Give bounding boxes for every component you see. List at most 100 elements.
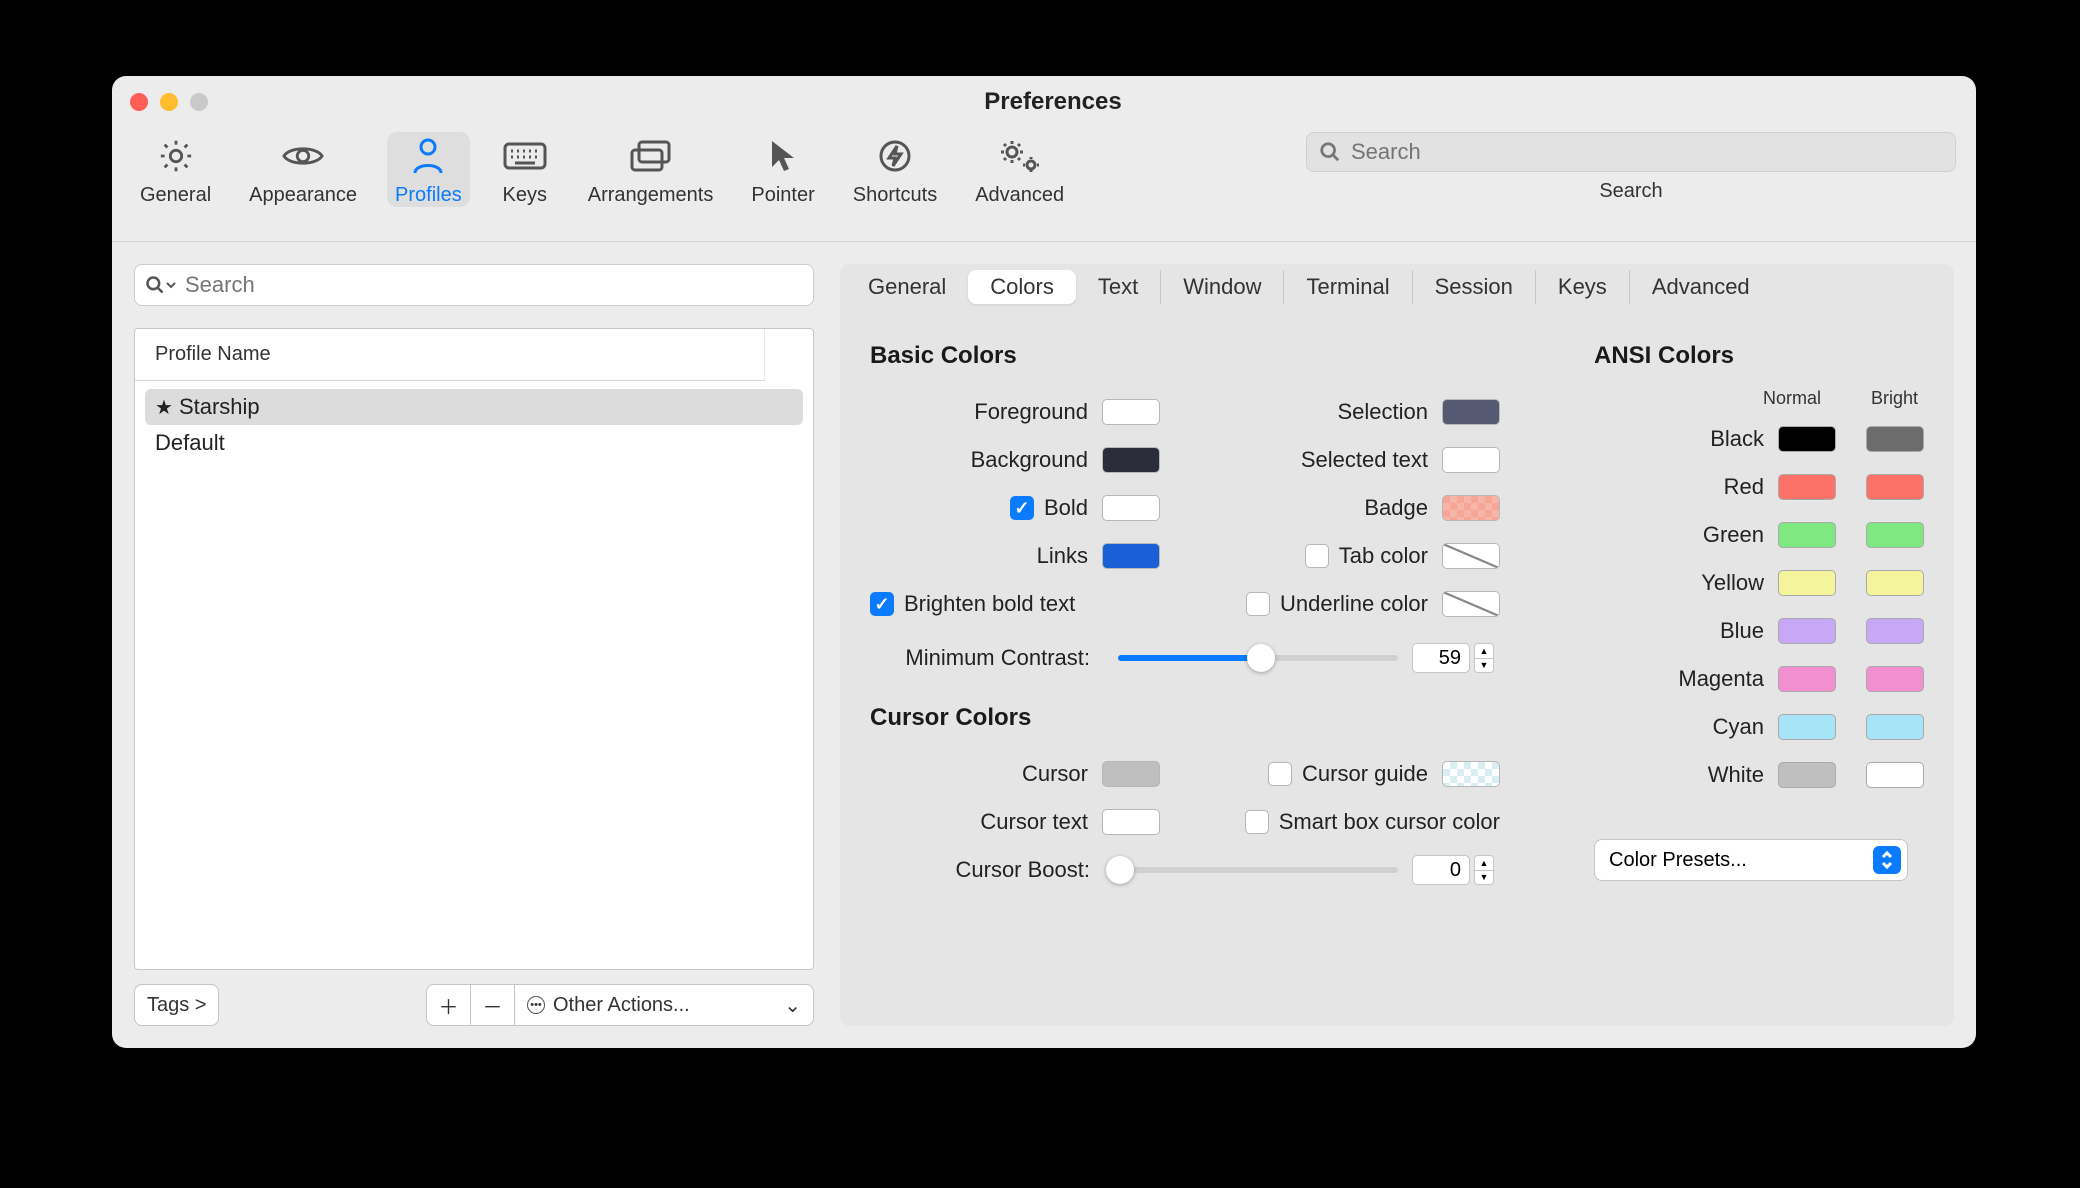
subtab-general[interactable]: General <box>846 270 968 304</box>
ansi-normal-swatch[interactable] <box>1778 762 1836 788</box>
ansi-label: Cyan <box>1713 714 1764 740</box>
subtab-advanced[interactable]: Advanced <box>1630 270 1772 304</box>
eye-icon <box>282 141 324 171</box>
ansi-bright-swatch[interactable] <box>1866 570 1924 596</box>
tab-shortcuts[interactable]: Shortcuts <box>845 132 945 207</box>
subtab-window[interactable]: Window <box>1161 270 1284 304</box>
other-actions-menu[interactable]: ••• Other Actions... ⌄ <box>514 984 814 1026</box>
search-icon <box>145 275 165 295</box>
background-color[interactable] <box>1102 447 1160 473</box>
ansi-bright-swatch[interactable] <box>1866 714 1924 740</box>
chevron-down-icon: ⌄ <box>784 993 801 1018</box>
cursor-icon <box>768 138 798 174</box>
person-icon <box>412 137 444 175</box>
ansi-bright-swatch[interactable] <box>1866 666 1924 692</box>
profile-editor: General Colors Text Window Terminal Sess… <box>840 264 1954 1026</box>
toolbar-search[interactable] <box>1306 132 1956 172</box>
cursor-boost-slider[interactable] <box>1118 867 1398 873</box>
chevron-down-icon[interactable] <box>165 279 177 291</box>
titlebar: Preferences <box>112 76 1976 128</box>
cursor-boost-stepper[interactable]: ▲▼ <box>1474 855 1494 885</box>
ansi-bright-swatch[interactable] <box>1866 522 1924 548</box>
smart-box-checkbox[interactable] <box>1245 810 1269 834</box>
bold-checkbox[interactable] <box>1010 496 1034 520</box>
foreground-color[interactable] <box>1102 399 1160 425</box>
remove-profile-button[interactable]: － <box>470 984 514 1026</box>
ansi-normal-swatch[interactable] <box>1778 618 1836 644</box>
subtab-session[interactable]: Session <box>1413 270 1536 304</box>
min-contrast-stepper[interactable]: ▲▼ <box>1474 643 1494 673</box>
subtab-colors[interactable]: Colors <box>968 270 1076 304</box>
ansi-bright-swatch[interactable] <box>1866 426 1924 452</box>
min-contrast-value[interactable]: 59 <box>1412 643 1470 673</box>
ansi-label: White <box>1708 762 1764 788</box>
tab-arrangements[interactable]: Arrangements <box>580 132 722 207</box>
ansi-bright-swatch[interactable] <box>1866 474 1924 500</box>
profile-row[interactable]: ★ Starship <box>145 389 803 425</box>
bolt-icon <box>878 139 912 173</box>
toolbar-search-input[interactable] <box>1349 138 1943 166</box>
window-title: Preferences <box>148 88 1958 116</box>
windows-icon <box>630 140 672 172</box>
ansi-normal-swatch[interactable] <box>1778 570 1836 596</box>
ansi-row: Magenta <box>1594 655 1924 703</box>
ansi-normal-swatch[interactable] <box>1778 714 1836 740</box>
add-profile-button[interactable]: ＋ <box>426 984 470 1026</box>
underline-color-swatch[interactable] <box>1442 591 1500 617</box>
underline-color-checkbox[interactable] <box>1246 592 1270 616</box>
brighten-bold-checkbox[interactable] <box>870 592 894 616</box>
min-contrast-slider[interactable] <box>1118 655 1398 661</box>
keyboard-icon <box>503 142 547 170</box>
ansi-row: Blue <box>1594 607 1924 655</box>
cursor-guide-checkbox[interactable] <box>1268 762 1292 786</box>
cursor-boost-value[interactable]: 0 <box>1412 855 1470 885</box>
cursor-text-color[interactable] <box>1102 809 1160 835</box>
tab-pointer[interactable]: Pointer <box>743 132 822 207</box>
sidebar: Profile Name ★ Starship Default Tags > ＋… <box>134 264 814 1026</box>
tab-color-checkbox[interactable] <box>1305 544 1329 568</box>
star-icon: ★ <box>155 395 173 420</box>
profile-name: Starship <box>179 394 260 420</box>
profile-search-input[interactable] <box>183 271 803 299</box>
tab-color-swatch[interactable] <box>1442 543 1500 569</box>
tab-profiles[interactable]: Profiles <box>387 132 470 207</box>
ansi-label: Black <box>1710 426 1764 452</box>
links-color[interactable] <box>1102 543 1160 569</box>
profile-row[interactable]: Default <box>145 425 803 461</box>
close-icon[interactable] <box>130 93 148 111</box>
ansi-bright-swatch[interactable] <box>1866 618 1924 644</box>
selection-color[interactable] <box>1442 399 1500 425</box>
ansi-normal-swatch[interactable] <box>1778 666 1836 692</box>
tags-button[interactable]: Tags > <box>134 984 219 1026</box>
ansi-heading: ANSI Colors <box>1594 342 1924 370</box>
badge-color[interactable] <box>1442 495 1500 521</box>
subtabs: General Colors Text Window Terminal Sess… <box>840 264 1954 310</box>
selected-text-color[interactable] <box>1442 447 1500 473</box>
tab-general[interactable]: General <box>132 132 219 207</box>
profile-search[interactable] <box>134 264 814 306</box>
subtab-text[interactable]: Text <box>1076 270 1161 304</box>
ansi-row: Yellow <box>1594 559 1924 607</box>
ansi-row: Cyan <box>1594 703 1924 751</box>
ansi-row: Red <box>1594 463 1924 511</box>
ansi-row: Black <box>1594 415 1924 463</box>
ansi-normal-swatch[interactable] <box>1778 522 1836 548</box>
tab-keys[interactable]: Keys <box>492 132 558 207</box>
subtab-terminal[interactable]: Terminal <box>1284 270 1412 304</box>
gears-icon <box>998 138 1042 174</box>
tab-advanced[interactable]: Advanced <box>967 132 1072 207</box>
tab-appearance[interactable]: Appearance <box>241 132 365 207</box>
ansi-normal-swatch[interactable] <box>1778 426 1836 452</box>
ansi-row: White <box>1594 751 1924 799</box>
color-presets-menu[interactable]: Color Presets... <box>1594 839 1908 881</box>
ellipsis-icon: ••• <box>527 996 545 1014</box>
bold-color[interactable] <box>1102 495 1160 521</box>
cursor-color[interactable] <box>1102 761 1160 787</box>
subtab-keys[interactable]: Keys <box>1536 270 1630 304</box>
cursor-guide-color[interactable] <box>1442 761 1500 787</box>
profile-name: Default <box>155 430 225 456</box>
ansi-bright-swatch[interactable] <box>1866 762 1924 788</box>
chevron-up-down-icon <box>1873 846 1901 874</box>
ansi-normal-swatch[interactable] <box>1778 474 1836 500</box>
preferences-window: Preferences General Appearance Profiles … <box>112 76 1976 1048</box>
